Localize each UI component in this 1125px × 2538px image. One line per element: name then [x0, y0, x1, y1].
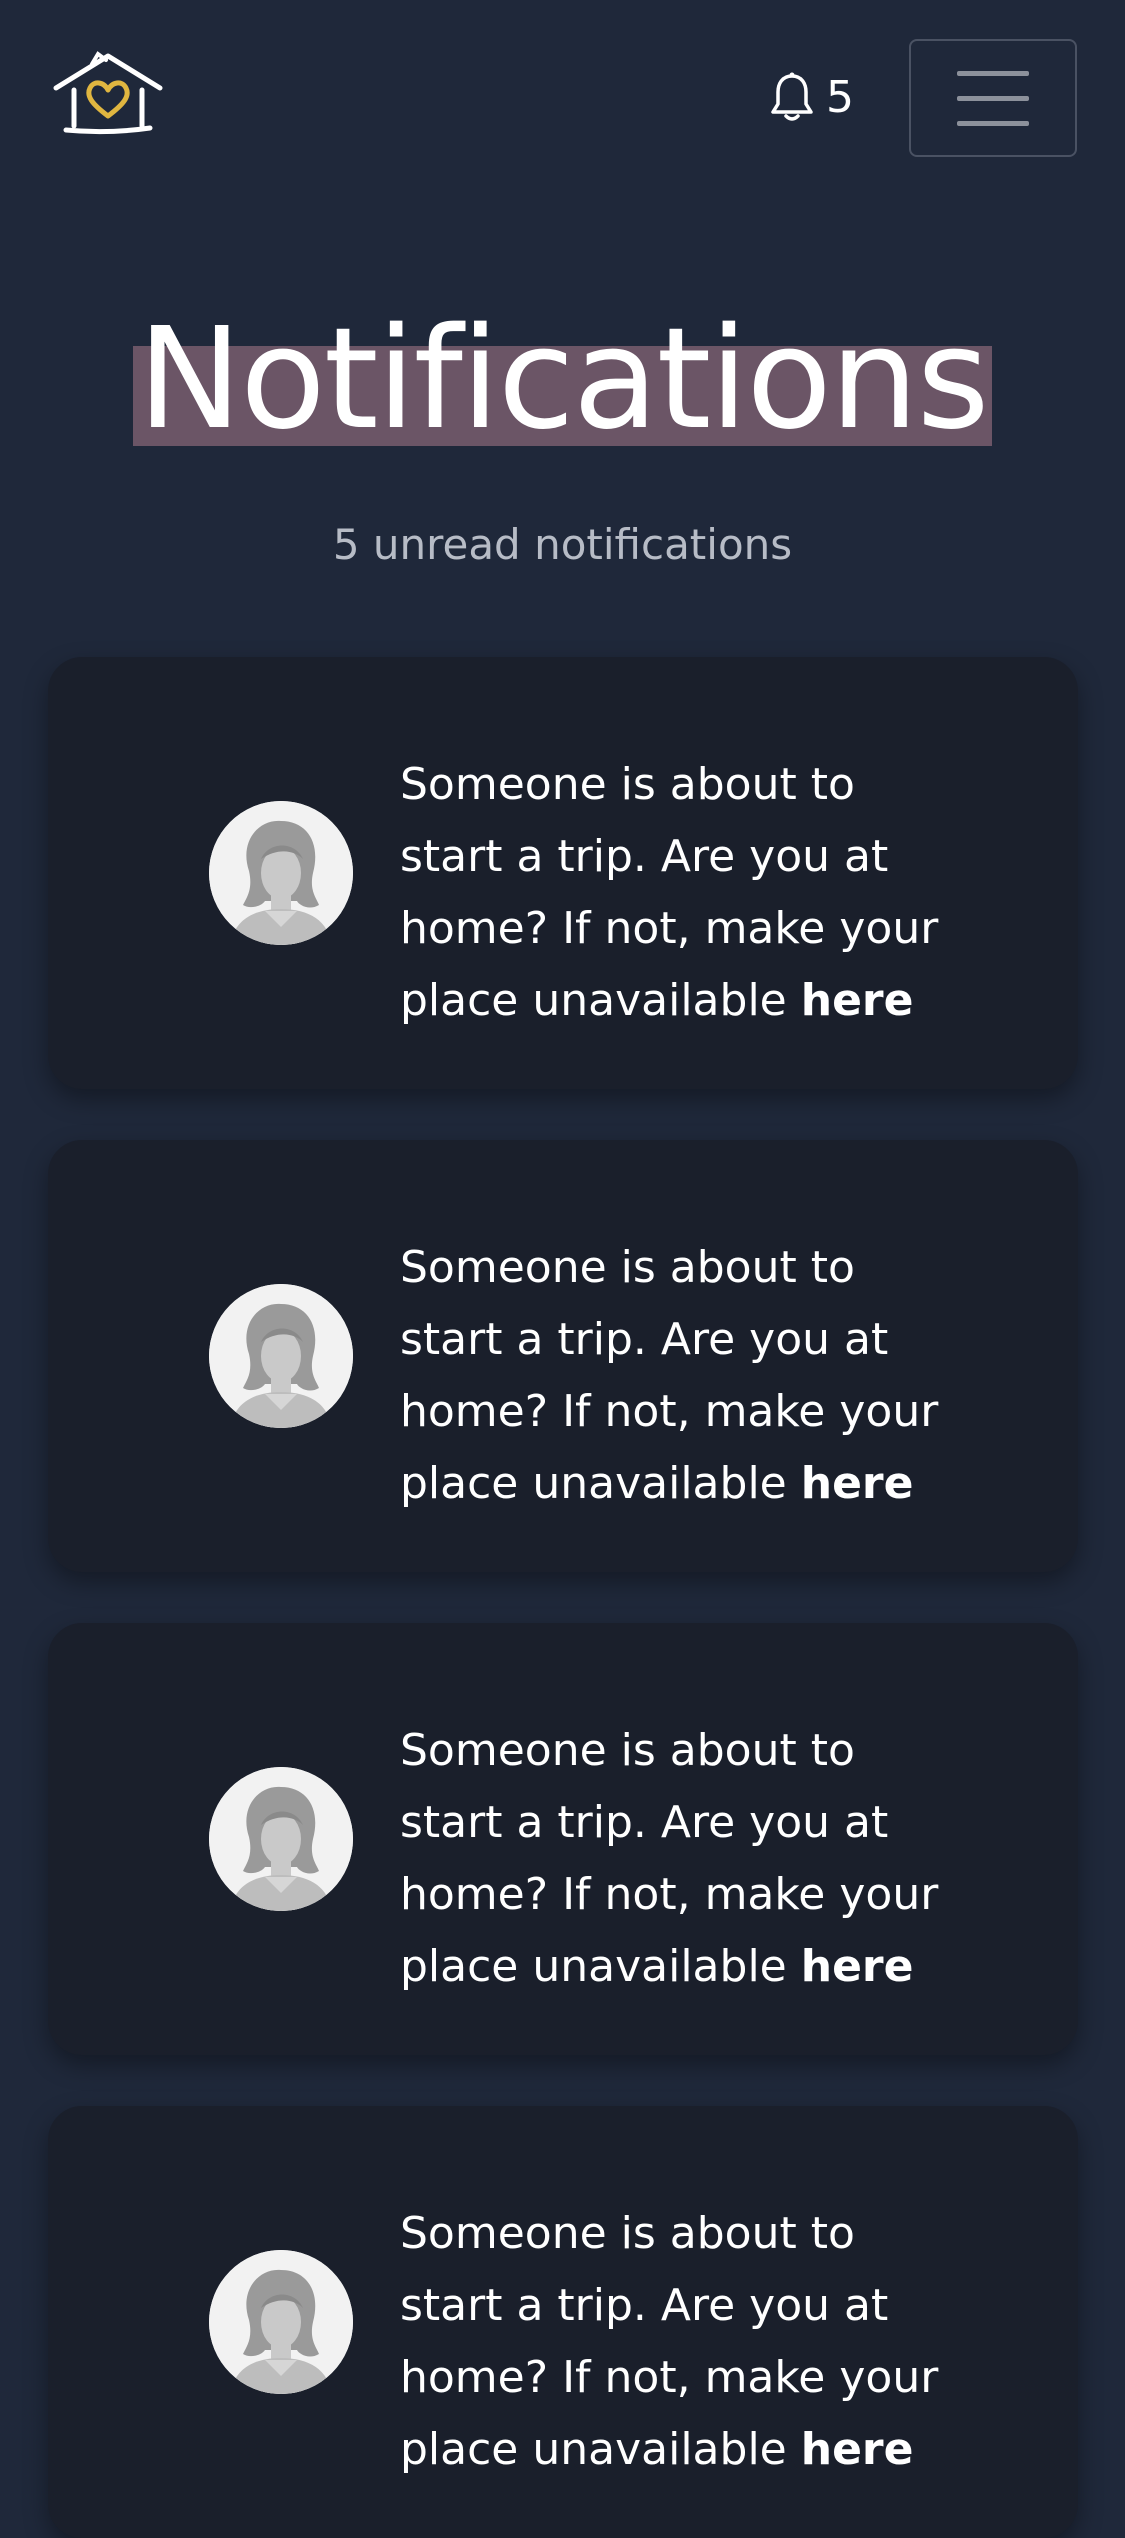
make-unavailable-link[interactable]: here: [801, 1458, 914, 1509]
notification-message: Someone is about to start a trip. Are yo…: [400, 1232, 960, 1520]
make-unavailable-link[interactable]: here: [801, 2424, 914, 2475]
unread-count-subtitle: 5 unread notifications: [332, 520, 793, 569]
notification-card[interactable]: Someone is about to start a trip. Are yo…: [48, 2106, 1078, 2538]
notification-count: 5: [826, 72, 854, 123]
default-user-avatar-icon: [209, 1767, 353, 1911]
bell-icon: [770, 72, 814, 124]
notification-message: Someone is about to start a trip. Are yo…: [400, 2198, 960, 2486]
default-user-avatar-icon: [209, 2250, 353, 2394]
make-unavailable-link[interactable]: here: [801, 975, 914, 1026]
make-unavailable-link[interactable]: here: [801, 1941, 914, 1992]
notification-card[interactable]: Someone is about to start a trip. Are yo…: [48, 1623, 1078, 2055]
notification-card[interactable]: Someone is about to start a trip. Are yo…: [48, 1140, 1078, 1572]
avatar: [209, 1767, 353, 1911]
page-title: Notifications: [133, 300, 992, 460]
house-heart-logo-icon[interactable]: [52, 50, 164, 140]
avatar: [209, 801, 353, 945]
title-wrap: Notifications: [0, 300, 1125, 460]
notifications-indicator[interactable]: 5: [770, 68, 854, 128]
hamburger-menu-button[interactable]: [909, 39, 1077, 157]
avatar: [209, 1284, 353, 1428]
menu-bar: [957, 95, 1029, 101]
avatar: [209, 2250, 353, 2394]
menu-bar: [957, 70, 1029, 76]
notification-card[interactable]: Someone is about to start a trip. Are yo…: [48, 657, 1078, 1089]
default-user-avatar-icon: [209, 1284, 353, 1428]
navbar: 5: [0, 0, 1125, 200]
notification-message: Someone is about to start a trip. Are yo…: [400, 749, 960, 1037]
notification-message: Someone is about to start a trip. Are yo…: [400, 1715, 960, 2003]
default-user-avatar-icon: [209, 801, 353, 945]
menu-bar: [957, 120, 1029, 126]
